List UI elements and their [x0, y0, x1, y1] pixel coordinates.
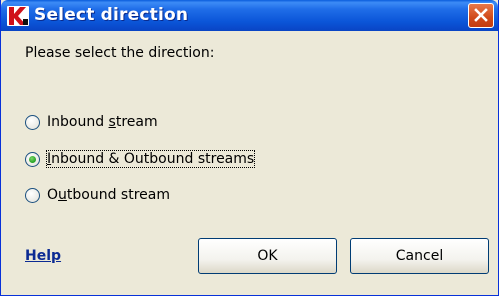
radio-label-inbound-outbound[interactable]: Inbound & Outbound streams: [45, 150, 256, 168]
dialog-window: Select direction Please select the direc…: [0, 0, 499, 296]
radio-label-inbound[interactable]: Inbound stream: [47, 114, 158, 130]
ok-button[interactable]: OK: [198, 238, 337, 274]
radio-label-outbound[interactable]: Outbound stream: [47, 187, 170, 203]
radio-button-outbound[interactable]: [25, 187, 40, 203]
radio-inbound-stream[interactable]: Inbound stream: [25, 112, 158, 132]
close-icon: [474, 8, 488, 22]
cancel-button[interactable]: Cancel: [350, 238, 489, 274]
kaspersky-k-icon: [7, 6, 29, 26]
window-title: Select direction: [34, 5, 189, 25]
radio-inbound-outbound-streams[interactable]: Inbound & Outbound streams: [25, 149, 256, 169]
close-button[interactable]: [468, 3, 494, 28]
prompt-label: Please select the direction:: [25, 45, 215, 61]
title-bar[interactable]: Select direction: [1, 0, 498, 31]
help-link[interactable]: Help: [25, 248, 61, 264]
radio-button-inbound-outbound[interactable]: [25, 151, 40, 167]
radio-button-inbound[interactable]: [25, 114, 40, 130]
radio-outbound-stream[interactable]: Outbound stream: [25, 185, 170, 205]
